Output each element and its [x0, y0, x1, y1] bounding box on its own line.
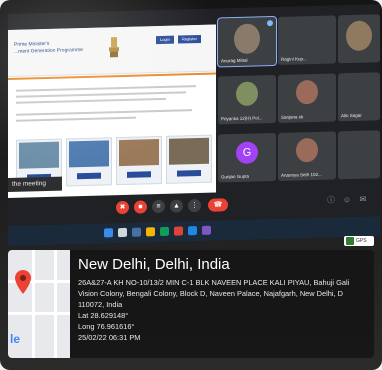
participant-avatar: G	[236, 141, 258, 165]
app-icon[interactable]	[202, 225, 211, 235]
leave-call-button[interactable]: ☎	[208, 198, 228, 212]
photo: Prime Minister's ...ment Generation Prog…	[0, 0, 382, 370]
participant-name: Sanjana sk	[281, 114, 304, 120]
folder-icon[interactable]	[146, 227, 155, 237]
longitude: Long 76.961616°	[78, 322, 135, 331]
search-icon[interactable]	[118, 227, 127, 238]
participant-name: Anurag Mittal	[221, 57, 248, 64]
participant-tile[interactable]: Alin Sagar	[338, 72, 380, 122]
participant-tile[interactable]: Priyanka 12(H) Pol...	[218, 74, 276, 125]
address-line: 26A&27-A KH NO-10/13/2 MIN C-1 BLK NAVEE…	[78, 278, 350, 287]
join-toast: the meeting	[8, 176, 62, 192]
camera-app-icon	[346, 237, 354, 245]
app-icon[interactable]	[174, 226, 183, 236]
site-header: Prime Minister's ...ment Generation Prog…	[8, 24, 216, 77]
emblem-icon	[109, 37, 119, 58]
site-card[interactable]	[116, 135, 162, 186]
participant-tile[interactable]: G Gunjan Gupta	[218, 132, 276, 183]
map-pin-icon	[15, 270, 31, 294]
more-options-button[interactable]: ⋮	[188, 198, 201, 213]
present-button[interactable]: ▲	[170, 199, 183, 213]
participant-name: Anannya Seth 102...	[281, 171, 322, 178]
site-card[interactable]	[66, 137, 112, 187]
info-icon[interactable]: ⓘ	[326, 195, 336, 205]
participant-name: Alin Sagar	[341, 112, 362, 119]
participant-tile[interactable]: Ragini Kup...	[278, 15, 336, 65]
gps-badge: GPS	[344, 236, 374, 246]
mic-off-button[interactable]: ✖	[116, 200, 129, 215]
site-subtitle: ...ment Generation Programme	[14, 47, 83, 55]
taskbar	[8, 216, 380, 246]
site-text-line	[16, 116, 136, 122]
site-card[interactable]	[166, 134, 212, 184]
mic-icon	[267, 20, 273, 27]
site-text-line	[16, 109, 192, 116]
gps-badge-label: GPS	[356, 238, 367, 244]
geotag-overlay: le New Delhi, Delhi, India 26A&27-A KH N…	[8, 250, 374, 358]
pincode: 110072, India	[78, 300, 123, 309]
participant-grid: Anurag Mittal Ragini Kup... Priyanka 12(…	[217, 14, 380, 196]
participant-tile[interactable]: Sanjana sk	[278, 73, 336, 123]
site-register-button[interactable]: Register	[178, 34, 201, 44]
participant-name: Priyanka 12(H) Pol...	[221, 115, 263, 122]
start-icon[interactable]	[104, 228, 113, 238]
participant-tile[interactable]: Anannya Seth 102...	[278, 131, 336, 181]
address-line: Vision Colony, Bengali Colony, Block D, …	[78, 289, 343, 298]
shared-website: Prime Minister's ...ment Generation Prog…	[8, 24, 216, 198]
location-map: le	[8, 250, 70, 358]
site-text-line	[16, 97, 166, 104]
geotag-info: New Delhi, Delhi, India 26A&27-A KH NO-1…	[78, 256, 372, 343]
camera-off-button[interactable]: ■	[134, 200, 147, 214]
participant-tile[interactable]	[338, 130, 380, 180]
task-view-icon[interactable]	[132, 227, 141, 237]
location-title: New Delhi, Delhi, India	[78, 256, 230, 273]
browser-icon[interactable]	[160, 226, 169, 237]
site-title: Prime Minister's	[14, 40, 50, 48]
participant-tile[interactable]: Anurag Mittal	[217, 15, 277, 68]
latitude: Lat 28.629148°	[78, 311, 129, 320]
map-logo: le	[10, 332, 21, 346]
site-login-button[interactable]: Login	[156, 35, 174, 45]
participant-name: Ragini Kup...	[281, 56, 307, 62]
app-icon[interactable]	[188, 226, 197, 236]
site-text-line	[16, 91, 186, 98]
participant-tile[interactable]	[338, 14, 380, 64]
chat-icon[interactable]: ✉	[358, 195, 368, 205]
participant-name: Gunjan Gupta	[221, 173, 250, 180]
captions-button[interactable]: ≡	[152, 199, 165, 214]
people-icon[interactable]: ☺	[342, 195, 352, 205]
laptop-screen: Prime Minister's ...ment Generation Prog…	[8, 4, 380, 247]
meeting-controls: ✖ ■ ≡ ▲ ⋮ ☎	[116, 196, 248, 217]
timestamp: 25/02/22 06:31 PM	[78, 333, 141, 342]
